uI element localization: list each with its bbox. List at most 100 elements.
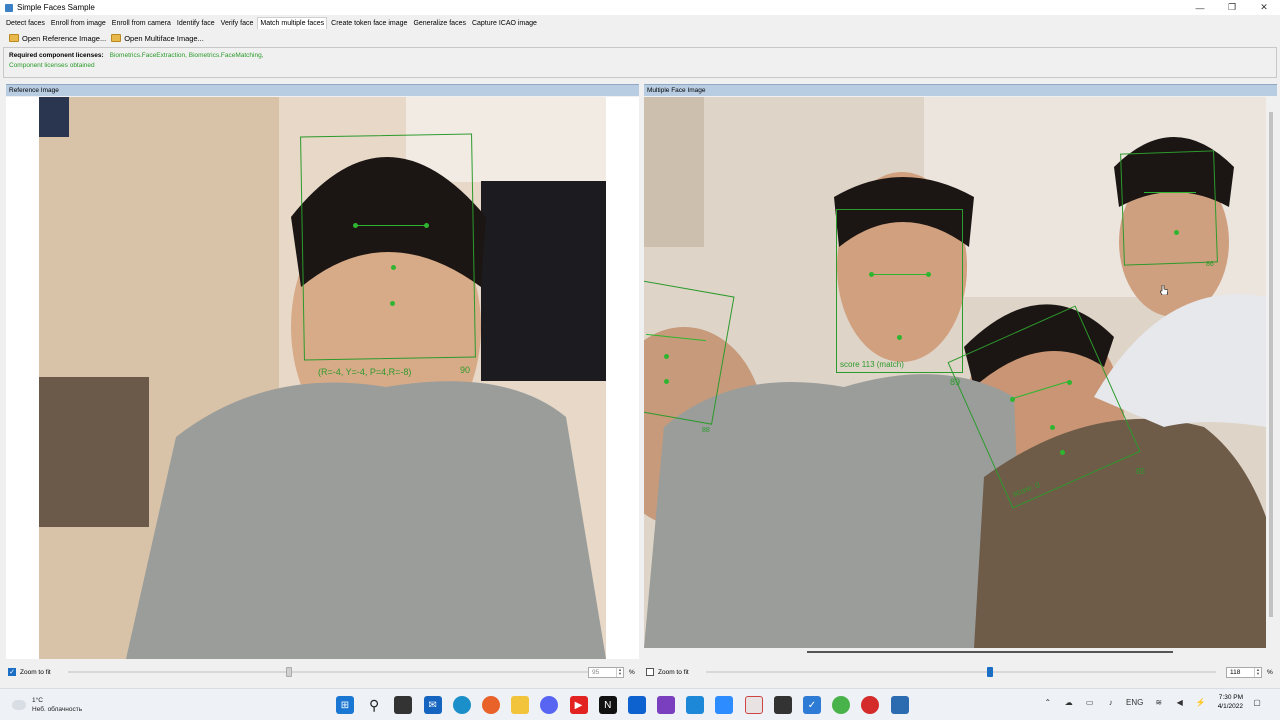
mail-icon[interactable]: ✉ [423, 696, 442, 714]
tab-detect-faces[interactable]: Detect faces [4, 18, 47, 29]
multiface-vertical-scrollbar[interactable] [1266, 97, 1277, 648]
multiface-mouth-point [897, 335, 902, 340]
task-view-icon[interactable] [394, 696, 413, 714]
right-zoom-unit: % [1267, 669, 1273, 676]
tab-create-token[interactable]: Create token face image [329, 18, 409, 29]
file-explorer-icon[interactable] [511, 696, 530, 714]
left-zoom-slider[interactable] [68, 671, 588, 673]
battery-icon[interactable]: ▭ [1084, 696, 1096, 708]
taskbar: 1°C Неб. облачность ⊞ ⚲ ✉ ▶ N ✓ ⌃ ☁ ▭ ♪ … [0, 688, 1280, 720]
licenses-panel: Required component licenses: Biometrics.… [3, 47, 1277, 78]
left-zoom-value-input[interactable]: 95 ▲ ▼ [588, 667, 624, 678]
toolbar: Open Reference Image... Open Multiface I… [0, 31, 1280, 45]
notification-icon[interactable]: ▢ [1251, 696, 1263, 708]
clock[interactable]: 7:30 PM 4/1/2022 [1218, 693, 1243, 711]
minimize-button[interactable]: — [1184, 0, 1216, 15]
tab-match-multiple-faces[interactable]: Match multiple faces [257, 17, 328, 29]
open-reference-label: Open Reference Image... [22, 33, 107, 43]
edge-icon[interactable] [452, 696, 471, 714]
firefox-icon[interactable] [481, 696, 500, 714]
reference-nose-point [391, 265, 396, 270]
windows-start-icon[interactable]: ⊞ [336, 696, 354, 714]
multiface-face-quality-3: 88 [702, 427, 710, 434]
app-dark-icon[interactable] [773, 696, 792, 714]
reference-panel-header: Reference Image [6, 84, 639, 96]
left-zoom-to-fit-checkbox[interactable]: ✓ [8, 668, 16, 676]
wifi-icon[interactable]: ≋ [1153, 696, 1165, 708]
discord-icon[interactable] [540, 696, 559, 714]
clock-time: 7:30 PM [1218, 694, 1243, 701]
multiface-nose-point [1050, 425, 1055, 430]
spinner-arrows-icon[interactable]: ▲ ▼ [616, 668, 623, 677]
right-zoom-value: 118 [1230, 669, 1241, 676]
close-button[interactable]: ✕ [1248, 0, 1280, 15]
vscode-icon[interactable] [686, 696, 705, 714]
right-zoom-value-input[interactable]: 118 ▲ ▼ [1226, 667, 1262, 678]
clipboard-icon[interactable] [744, 696, 763, 714]
tab-capture-icao[interactable]: Capture ICAO image [470, 18, 539, 29]
app-icon [5, 3, 13, 12]
left-zoom-slider-thumb[interactable] [286, 667, 293, 677]
multiface-eye-point [869, 272, 874, 277]
zoom-icon[interactable] [715, 696, 734, 714]
right-zoom-slider[interactable] [706, 671, 1216, 673]
multiface-eye-point [1010, 397, 1015, 402]
left-zoom-value: 95 [592, 669, 600, 676]
licenses-status: Component licenses obtained [9, 62, 95, 69]
multiface-eye-line-4 [1144, 192, 1196, 193]
multi-panel-header: Multiple Face Image [644, 84, 1277, 96]
right-zoom-to-fit-checkbox[interactable] [646, 668, 654, 676]
active-app-icon[interactable] [890, 696, 909, 714]
multiface-image-view[interactable]: score 113 (match) 89 score: 0 85 88 86 [644, 97, 1266, 648]
open-multiface-button[interactable]: Open Multiface Image... [111, 34, 204, 43]
window-title: Simple Faces Sample [17, 3, 95, 12]
scrollbar-thumb[interactable] [1269, 112, 1273, 617]
tab-enroll-camera[interactable]: Enroll from camera [110, 18, 173, 29]
chevron-up-icon[interactable]: ⌃ [1042, 696, 1054, 708]
maximize-button[interactable]: ❐ [1216, 0, 1248, 15]
multiface-mouth-point [664, 379, 669, 384]
multiface-eye-point [1067, 380, 1072, 385]
multiface-eye-point [926, 272, 931, 277]
multiface-eye-line-1 [871, 274, 929, 275]
multiface-face-box-1 [836, 209, 963, 373]
right-zoom-bar: Zoom to fit 118 ▲ ▼ % [646, 664, 1276, 680]
licenses-components: Biometrics.FaceExtraction, Biometrics.Fa… [109, 52, 264, 59]
multiface-mouth-point [1060, 450, 1065, 455]
multiface-mouth-point [1174, 230, 1179, 235]
multiface-face-quality-4: 86 [1206, 261, 1214, 268]
multiface-face-score-1: score 113 (match) [840, 360, 904, 369]
title-bar: Simple Faces Sample — ❐ ✕ [0, 0, 1280, 15]
reference-image-view[interactable]: (R=-4, Y=-4, P=4,R=-8) 90 [6, 97, 639, 659]
search-icon[interactable]: ⚲ [365, 696, 383, 714]
reference-eye-line [355, 225, 427, 226]
open-reference-button[interactable]: Open Reference Image... [9, 34, 106, 43]
power-icon[interactable]: ⚡ [1195, 696, 1207, 708]
visual-studio-icon[interactable] [657, 696, 676, 714]
spinner-arrows-icon[interactable]: ▲ ▼ [1254, 668, 1261, 677]
red-app-icon[interactable] [861, 696, 880, 714]
tab-enroll-image[interactable]: Enroll from image [49, 18, 108, 29]
tab-bar: Detect faces Enroll from image Enroll fr… [0, 15, 1280, 31]
tab-verify-face[interactable]: Verify face [219, 18, 256, 29]
tab-identify-face[interactable]: Identify face [175, 18, 217, 29]
taskbar-apps: ⊞ ⚲ ✉ ▶ N ✓ [336, 696, 920, 714]
tab-generalize-faces[interactable]: Generalize faces [411, 18, 468, 29]
onedrive-icon[interactable]: ☁ [1063, 696, 1075, 708]
microphone-icon[interactable]: ♪ [1105, 696, 1117, 708]
chrome-canary-icon[interactable] [832, 696, 851, 714]
cloud-icon [12, 700, 26, 710]
language-indicator[interactable]: ENG [1126, 696, 1144, 708]
notion-icon[interactable]: N [598, 696, 617, 714]
left-zoom-unit: % [629, 669, 635, 676]
dropbox-icon[interactable] [627, 696, 646, 714]
volume-icon[interactable]: ◀ [1174, 696, 1186, 708]
system-tray: ⌃ ☁ ▭ ♪ ENG ≋ ◀ ⚡ 7:30 PM 4/1/2022 ▢ [1042, 693, 1272, 711]
folder-open-icon [9, 34, 19, 42]
weather-widget[interactable]: 1°C Неб. облачность [12, 696, 82, 714]
youtube-icon[interactable]: ▶ [569, 696, 588, 714]
right-zoom-slider-thumb[interactable] [986, 667, 993, 677]
clock-date: 4/1/2022 [1217, 703, 1243, 710]
multiface-horizontal-scrollbar[interactable] [807, 651, 1173, 653]
todo-check-icon[interactable]: ✓ [803, 696, 821, 714]
